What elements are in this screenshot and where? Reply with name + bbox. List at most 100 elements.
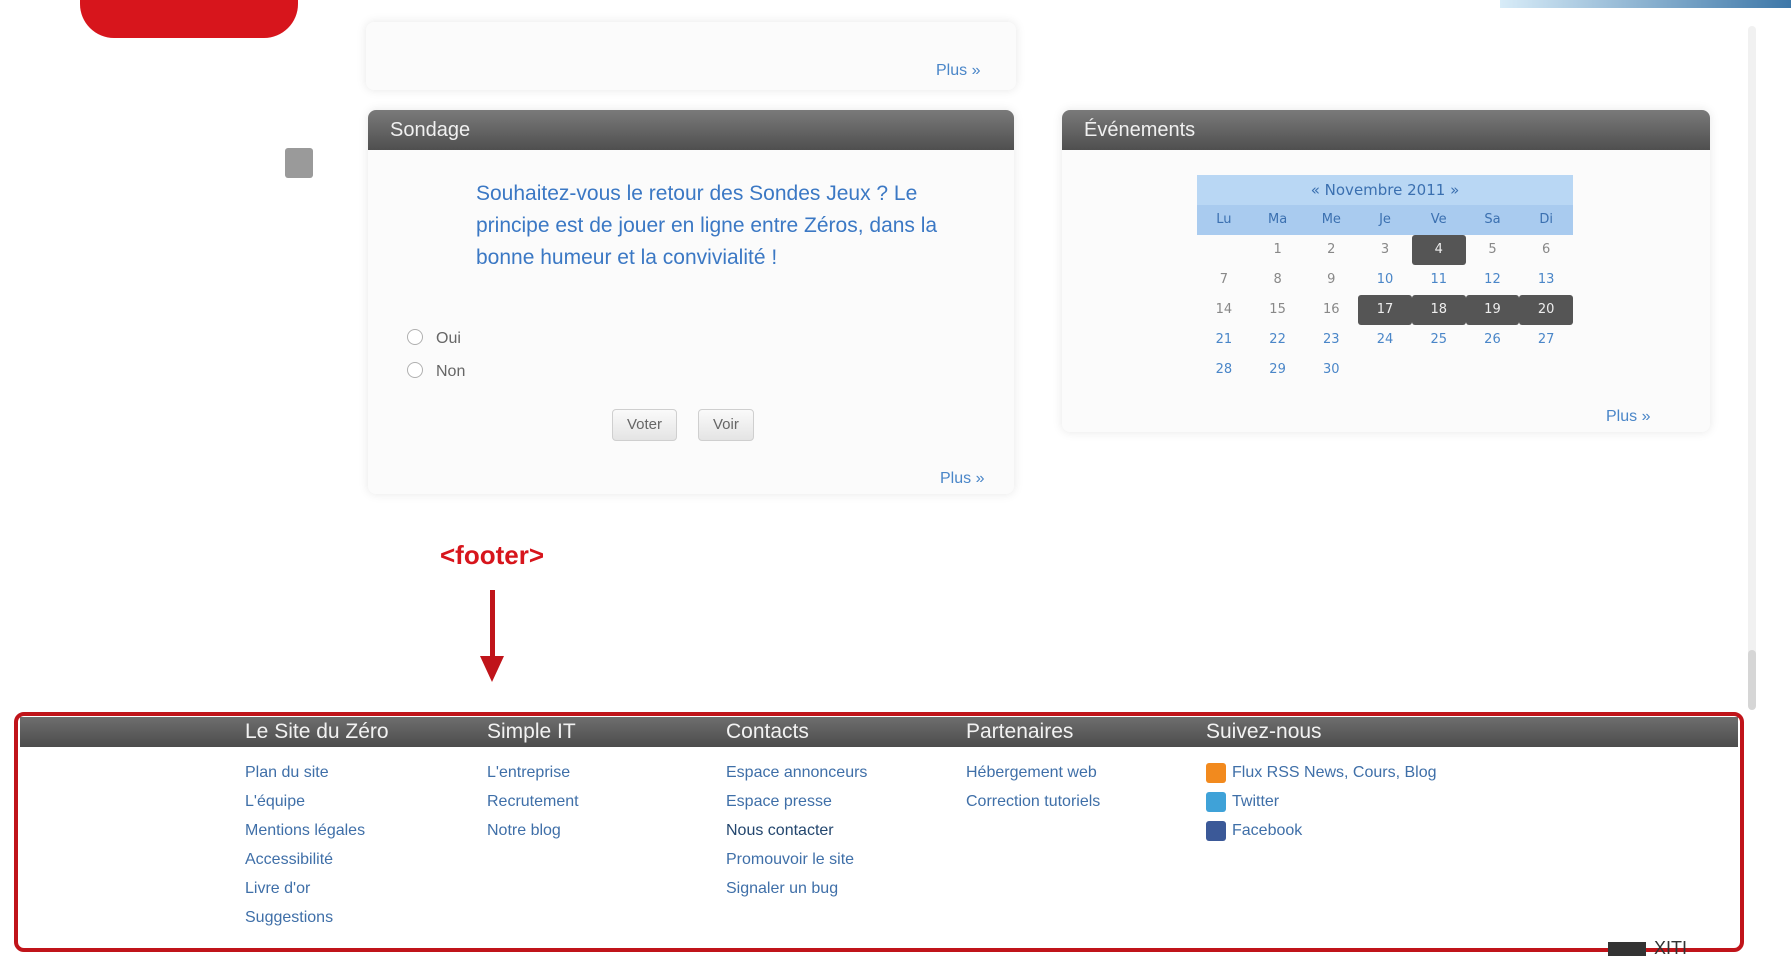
poll-more-link[interactable]: Plus [940, 470, 984, 488]
footer-column-simple-it: Simple IT L'entreprise Recrutement Notre… [487, 718, 579, 845]
weekday-label: Ve [1430, 212, 1447, 227]
footer-link[interactable]: Mentions légales [245, 816, 389, 845]
calendar-day[interactable]: 30 [1304, 355, 1358, 385]
poll-box: Sondage [368, 110, 1014, 494]
poll-option-label-no: Non [436, 363, 466, 380]
calendar-day[interactable]: 27 [1519, 325, 1573, 355]
calendar-day[interactable]: 21 [1197, 325, 1251, 355]
calendar-day[interactable]: 24 [1358, 325, 1412, 355]
footer-link-facebook[interactable]: Facebook [1206, 816, 1437, 845]
events-title: Événements [1062, 110, 1710, 150]
calendar-day[interactable]: 23 [1304, 325, 1358, 355]
poll-results-button[interactable]: Voir [698, 409, 754, 441]
calendar-day-event[interactable]: 17 [1358, 295, 1412, 325]
scrollbar-track[interactable] [1748, 26, 1756, 706]
calendar-day[interactable]: 16 [1304, 295, 1358, 325]
weekday-label: Je [1379, 212, 1391, 227]
calendar-day[interactable]: 6 [1519, 235, 1573, 265]
calendar-day-today[interactable]: 4 [1411, 235, 1466, 265]
calendar-day[interactable]: 29 [1251, 355, 1305, 385]
scrollbar-thumb[interactable] [1748, 650, 1756, 710]
calendar-day[interactable]: 9 [1304, 265, 1358, 295]
calendar-month-nav[interactable]: « Novembre 2011 » [1197, 175, 1573, 205]
footer-link-twitter[interactable]: Twitter [1206, 787, 1437, 816]
poll-vote-button[interactable]: Voter [612, 409, 678, 441]
footer-column-title: Simple IT [487, 720, 576, 743]
calendar-day[interactable]: 28 [1197, 355, 1251, 385]
footer-column-follow: Suivez-nous Flux RSS News, Cours, Blog T… [1206, 718, 1437, 845]
calendar-day-event[interactable]: 19 [1465, 295, 1520, 325]
calendar-weekday-header: Lu Ma Me Je Ve Sa Di [1197, 205, 1573, 235]
footer-column-contacts: Contacts Espace annonceurs Espace presse… [726, 718, 867, 903]
calendar-week: 7 8 9 10 11 12 13 [1197, 265, 1573, 295]
poll-option-radio-no[interactable] [407, 362, 423, 378]
calendar-day[interactable]: 26 [1466, 325, 1520, 355]
footer-link[interactable]: Hébergement web [966, 758, 1100, 787]
calendar-day[interactable]: 1 [1251, 235, 1305, 265]
footer-column-partners: Partenaires Hébergement web Correction t… [966, 718, 1100, 816]
footer-link[interactable]: L'entreprise [487, 758, 579, 787]
calendar-day[interactable]: 12 [1466, 265, 1520, 295]
twitter-icon [1206, 791, 1226, 812]
calendar-day [1519, 355, 1573, 385]
calendar-day[interactable]: 15 [1251, 295, 1305, 325]
weekday-label: Di [1539, 212, 1553, 227]
calendar-day[interactable]: 10 [1358, 265, 1412, 295]
footer-link-label: Facebook [1232, 822, 1303, 839]
calendar-day[interactable]: 14 [1197, 295, 1251, 325]
xiti-badge[interactable]: XITI [1608, 938, 1687, 959]
calendar-day[interactable]: 3 [1358, 235, 1412, 265]
footer-annotation-label: <footer> [440, 540, 545, 570]
annotation-arrow-head [480, 656, 504, 682]
footer-link[interactable]: Suggestions [245, 903, 389, 932]
poll-question: Souhaitez-vous le retour des Sondes Jeux… [476, 182, 938, 269]
calendar-day[interactable]: 25 [1412, 325, 1466, 355]
top-box: Plus [366, 22, 1016, 90]
calendar-day[interactable] [1197, 235, 1251, 265]
calendar-day-event[interactable]: 18 [1411, 295, 1466, 325]
page-edit-icon[interactable] [285, 148, 313, 178]
footer-link[interactable]: Espace annonceurs [726, 758, 867, 787]
footer-column-title: Partenaires [966, 720, 1074, 743]
footer-link[interactable]: Accessibilité [245, 845, 389, 874]
top-right-banner [1500, 0, 1791, 8]
events-more-link[interactable]: Plus [1606, 408, 1650, 426]
poll-option-label-yes: Oui [436, 330, 461, 347]
weekday-label: Me [1321, 212, 1341, 227]
xiti-label: XITI [1654, 938, 1688, 958]
facebook-icon [1206, 820, 1226, 841]
calendar-day-event[interactable]: 20 [1519, 295, 1574, 325]
footer-link[interactable]: Livre d'or [245, 874, 389, 903]
weekday-label: Sa [1484, 212, 1501, 227]
calendar-day[interactable]: 22 [1251, 325, 1305, 355]
footer-link[interactable]: Signaler un bug [726, 874, 867, 903]
weekday-label: Ma [1267, 212, 1288, 227]
calendar-day[interactable]: 8 [1251, 265, 1305, 295]
calendar-day[interactable]: 2 [1304, 235, 1358, 265]
calendar-day[interactable]: 7 [1197, 265, 1251, 295]
calendar-day[interactable]: 5 [1466, 235, 1520, 265]
calendar-day[interactable]: 11 [1412, 265, 1466, 295]
footer-link[interactable]: Promouvoir le site [726, 845, 867, 874]
footer-link[interactable]: Plan du site [245, 758, 389, 787]
footer-link-label: Twitter [1232, 793, 1280, 810]
top-box-more-link[interactable]: Plus [936, 62, 980, 80]
xiti-logo-icon [1608, 942, 1646, 957]
calendar-week: 21 22 23 24 25 26 27 [1197, 325, 1573, 355]
footer-link-label: Flux RSS News, Cours, Blog [1232, 764, 1437, 781]
weekday-label: Lu [1216, 212, 1232, 227]
footer-link[interactable]: Recrutement [487, 787, 579, 816]
footer-link[interactable]: Espace presse [726, 787, 867, 816]
footer-link[interactable]: Notre blog [487, 816, 579, 845]
red-tab-decoration [80, 0, 298, 38]
calendar-day[interactable]: 13 [1519, 265, 1573, 295]
footer-link[interactable]: Nous contacter [726, 816, 867, 845]
footer-link-rss[interactable]: Flux RSS News, Cours, Blog [1206, 758, 1437, 787]
footer-column-title: Contacts [726, 720, 809, 743]
calendar-day [1358, 355, 1412, 385]
calendar: « Novembre 2011 » Lu Ma Me Je Ve Sa Di 1… [1197, 175, 1574, 385]
calendar-week: 1 2 3 4 5 6 [1197, 235, 1573, 265]
poll-option-radio-yes[interactable] [407, 329, 423, 345]
footer-link[interactable]: L'équipe [245, 787, 389, 816]
footer-link[interactable]: Correction tutoriels [966, 787, 1100, 816]
